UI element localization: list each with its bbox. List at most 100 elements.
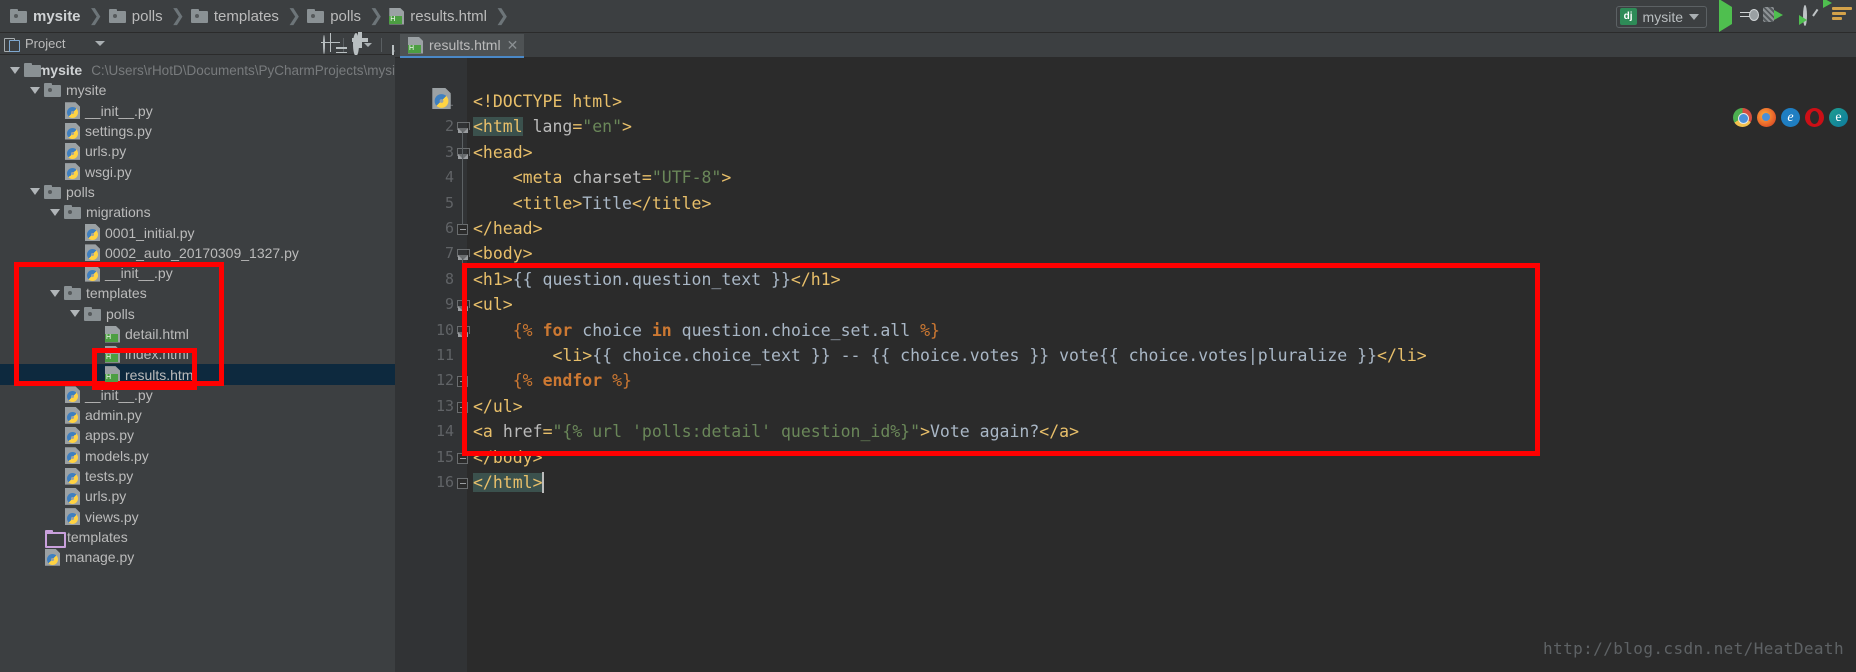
tree-item[interactable]: admin.py: [0, 405, 395, 425]
tree-item[interactable]: urls.py: [0, 141, 395, 161]
tree-item[interactable]: 0002_auto_20170309_1327.py: [0, 243, 395, 263]
tab-results-html[interactable]: H results.html ✕: [400, 34, 525, 58]
code-line[interactable]: </body>: [473, 448, 543, 467]
tree-item[interactable]: manage.py: [0, 547, 395, 567]
tree-item[interactable]: 0001_initial.py: [0, 222, 395, 242]
tree-item-path: C:\Users\rHotD\Documents\PyCharmProjects…: [91, 62, 395, 78]
breadcrumb-item-polls[interactable]: polls: [305, 0, 365, 33]
tree-item[interactable]: __init__.py: [0, 263, 395, 283]
code-line[interactable]: <head>: [473, 143, 533, 162]
open-in-chrome-button[interactable]: [1733, 108, 1752, 127]
tree-item[interactable]: __init__.py: [0, 101, 395, 121]
html-file-icon: H: [105, 326, 120, 343]
show-layers-button[interactable]: [1823, 0, 1852, 27]
code-token: charset: [572, 168, 642, 188]
code-line[interactable]: <!DOCTYPE html>: [473, 92, 622, 111]
code-line[interactable]: {% for choice in question.choice_set.all…: [473, 321, 940, 340]
breadcrumb-item-results-html[interactable]: Hresults.html: [387, 0, 491, 33]
editor-code-area[interactable]: <!DOCTYPE html> <html lang="en"> <head> <m…: [457, 58, 1856, 672]
tree-item[interactable]: Hdetail.html: [0, 324, 395, 344]
open-in-firefox-button[interactable]: [1757, 108, 1776, 127]
settings-button[interactable]: [353, 33, 359, 56]
chevron-down-icon[interactable]: [50, 208, 60, 216]
run-configuration-selector[interactable]: dj mysite: [1615, 5, 1707, 28]
tree-item-label: __init__.py: [105, 265, 173, 282]
debug-button[interactable]: [1740, 7, 1765, 27]
code-fold-marker[interactable]: [457, 452, 468, 464]
code-token: for: [542, 320, 573, 340]
tree-item[interactable]: wsgi.py: [0, 161, 395, 181]
tree-item[interactable]: polls: [0, 182, 395, 202]
chevron-down-icon[interactable]: [1689, 13, 1699, 20]
close-icon[interactable]: ✕: [507, 38, 519, 52]
folder-icon: [64, 205, 81, 220]
tree-item[interactable]: apps.py: [0, 425, 395, 445]
code-line[interactable]: <meta charset="UTF-8">: [473, 168, 732, 188]
tree-item-selected[interactable]: Hresults.html: [0, 364, 395, 385]
code-line[interactable]: {% endfor %}: [473, 371, 632, 390]
tree-item[interactable]: __init__.py: [0, 385, 395, 405]
code-line[interactable]: <h1>{{ question.question_text }}</h1>: [473, 270, 841, 289]
project-tree[interactable]: mysite C:\Users\rHotD\Documents\PyCharmPr…: [0, 55, 395, 672]
code-line[interactable]: <html lang="en">: [473, 117, 632, 137]
code-line[interactable]: <ul>: [473, 295, 513, 314]
target-icon: [323, 35, 325, 54]
tree-item-label: admin.py: [85, 407, 142, 424]
tree-item[interactable]: views.py: [0, 507, 395, 527]
tree-item[interactable]: models.py: [0, 446, 395, 466]
chevron-down-icon[interactable]: [50, 289, 60, 297]
watermark-text: http://blog.csdn.net/HeatDeath: [1543, 639, 1844, 658]
code-token: </html>: [473, 473, 543, 492]
code-line[interactable]: <li>{{ choice.choice_text }} -- {{ choic…: [473, 346, 1426, 365]
breadcrumb-item-mysite[interactable]: mysite: [8, 0, 85, 33]
breadcrumb-item-templates[interactable]: templates: [189, 0, 283, 33]
run-with-coverage-button[interactable]: [1763, 6, 1794, 27]
chevron-down-icon[interactable]: [70, 310, 80, 318]
run-button[interactable]: [1716, 0, 1736, 32]
code-editor[interactable]: 1 2 3 4 5 6 7 8 9 10 11 12 13 14 15 16 <!DOCTYPE html> <…: [395, 58, 1856, 672]
tree-item[interactable]: mysite: [0, 80, 395, 100]
tree-item[interactable]: polls: [0, 304, 395, 324]
tree-item[interactable]: Hindex.html: [0, 344, 395, 364]
breadcrumb-separator-icon: ❯: [369, 6, 384, 25]
code-line[interactable]: </html>: [473, 473, 543, 492]
tree-item[interactable]: templates: [0, 527, 395, 548]
code-line[interactable]: </ul>: [473, 397, 523, 416]
scroll-from-source-button[interactable]: [323, 35, 325, 54]
code-token: <head>: [473, 142, 533, 162]
chevron-down-icon[interactable]: [30, 188, 40, 196]
code-line[interactable]: <a href="{% url 'polls:detail' question_…: [473, 422, 1079, 441]
folder-icon: [10, 9, 27, 23]
code-fold-marker[interactable]: [457, 478, 468, 489]
toolbar-divider: [381, 38, 382, 52]
tree-item[interactable]: mysite C:\Users\rHotD\Documents\PyCharmPr…: [0, 60, 395, 80]
open-in-opera-button[interactable]: [1805, 108, 1824, 127]
chevron-down-icon[interactable]: [10, 66, 20, 74]
tree-item[interactable]: templates: [0, 283, 395, 303]
open-in-ie-button[interactable]: [1781, 108, 1800, 127]
code-fold-marker[interactable]: [457, 224, 468, 235]
code-token: =: [572, 117, 583, 137]
code-line[interactable]: <title>Title</title>: [473, 194, 712, 213]
chevron-down-icon[interactable]: [364, 43, 372, 47]
code-token: <body>: [473, 244, 533, 264]
line-number: 9: [444, 295, 454, 314]
code-line[interactable]: </head>: [473, 219, 543, 238]
line-number: 7: [444, 244, 454, 263]
tree-item-label: manage.py: [65, 549, 135, 566]
code-line[interactable]: <body>: [473, 244, 533, 263]
chevron-down-icon[interactable]: [95, 41, 106, 46]
tree-item[interactable]: settings.py: [0, 121, 395, 141]
breadcrumb-label: results.html: [410, 7, 487, 25]
open-in-edge-button[interactable]: [1829, 108, 1848, 127]
tree-item-label: 0002_auto_20170309_1327.py: [105, 244, 299, 261]
profile-button[interactable]: [1799, 4, 1823, 27]
chevron-down-icon[interactable]: [30, 86, 40, 94]
tree-item-label: apps.py: [85, 427, 135, 444]
tree-item[interactable]: urls.py: [0, 486, 395, 506]
tree-item[interactable]: tests.py: [0, 466, 395, 486]
breadcrumb-item-polls[interactable]: polls: [107, 0, 167, 33]
tree-item[interactable]: migrations: [0, 202, 395, 222]
tree-item-label: results.html: [125, 366, 197, 383]
